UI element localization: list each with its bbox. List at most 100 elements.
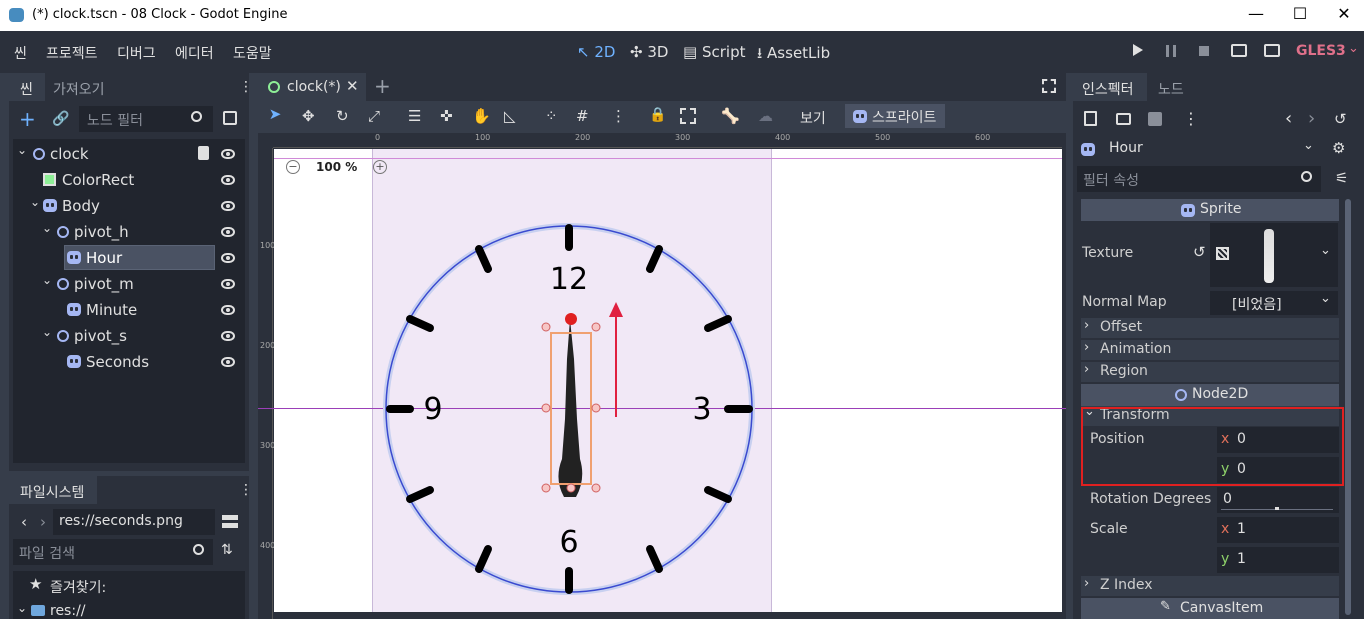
menu-project[interactable]: 프로젝트 xyxy=(46,43,98,63)
skeleton-icon[interactable]: ☁ xyxy=(758,107,773,125)
sort-icon[interactable]: ⇅ xyxy=(221,542,233,558)
file-search-input[interactable]: 파일 검색 xyxy=(13,539,213,565)
tab-import[interactable]: 가져오기 xyxy=(53,79,105,99)
tree-node-colorrect[interactable]: ColorRect xyxy=(13,167,245,193)
canvas-viewport[interactable]: 0 100 200 300 400 500 600 100 200 300 40… xyxy=(258,133,1066,619)
history-back-icon[interactable]: ‹ xyxy=(1285,108,1292,129)
workspace-assetlib-button[interactable]: ⭳ AssetLib xyxy=(757,43,830,68)
list-select-icon[interactable]: ☰ xyxy=(408,107,421,125)
add-node-icon[interactable]: + xyxy=(19,107,36,131)
collapse-icon[interactable]: ⌄ xyxy=(17,143,27,157)
scale-y-field[interactable]: y 1 xyxy=(1217,547,1339,573)
visibility-eye-icon[interactable] xyxy=(221,305,235,315)
collapse-icon[interactable]: ⌄ xyxy=(42,273,52,287)
rotation-field[interactable]: 0 xyxy=(1217,487,1339,513)
snap-options-icon[interactable]: ⋮ xyxy=(611,107,626,125)
play-icon[interactable] xyxy=(1133,44,1143,56)
tree-node-pivot-m[interactable]: ⌄ pivot_m xyxy=(13,271,245,297)
smart-snap-icon[interactable]: ⁘ xyxy=(545,107,558,125)
instance-scene-icon[interactable] xyxy=(223,111,237,125)
tree-node-pivot-h[interactable]: ⌄ pivot_h xyxy=(13,219,245,245)
workspace-script-button[interactable]: ▤ Script xyxy=(683,43,745,61)
rotate-tool-icon[interactable]: ↻ xyxy=(336,107,349,125)
inspector-menu-icon[interactable]: ⋮ xyxy=(1183,109,1199,128)
close-tab-icon[interactable]: ✕ xyxy=(346,77,359,95)
visibility-eye-icon[interactable] xyxy=(221,331,235,341)
tree-node-body[interactable]: ⌄ Body xyxy=(13,193,245,219)
play-scene-icon[interactable] xyxy=(1231,44,1247,57)
back-icon[interactable]: ‹ xyxy=(21,513,27,531)
collapse-icon[interactable]: ⌄ xyxy=(42,325,52,339)
scene-tab-clock[interactable]: clock(*) ✕ xyxy=(258,73,366,101)
tree-node-minute[interactable]: Minute xyxy=(13,297,245,323)
property-filter-input[interactable]: 필터 속성 xyxy=(1077,166,1321,192)
add-scene-tab-button[interactable]: + xyxy=(374,74,391,98)
visibility-eye-icon[interactable] xyxy=(221,227,235,237)
reset-icon[interactable]: ↺ xyxy=(1193,243,1206,261)
save-icon[interactable] xyxy=(1148,112,1162,126)
visibility-eye-icon[interactable] xyxy=(221,149,235,159)
zoom-level[interactable]: 100 % xyxy=(316,160,357,174)
pivot-tool-icon[interactable]: ✜ xyxy=(440,107,453,125)
move-tool-icon[interactable]: ✥ xyxy=(302,107,315,125)
menu-help[interactable]: 도움말 xyxy=(233,43,272,63)
tree-node-clock[interactable]: ⌄ clock xyxy=(13,141,245,167)
sprite-menu[interactable]: 스프라이트 xyxy=(845,104,945,128)
property-options-icon[interactable]: ⚟ xyxy=(1335,169,1348,187)
node-filter-input[interactable]: 노드 필터 xyxy=(79,106,213,132)
close-window-button[interactable]: ✕ xyxy=(1332,4,1356,23)
texture-field[interactable]: ⌄ xyxy=(1210,223,1338,287)
script-icon[interactable] xyxy=(198,146,209,160)
visibility-eye-icon[interactable] xyxy=(221,201,235,211)
node-selector[interactable]: Hour ⌄ xyxy=(1077,136,1321,162)
new-resource-icon[interactable] xyxy=(1084,111,1097,126)
view-menu[interactable]: 보기 xyxy=(800,108,826,128)
history-icon[interactable]: ↺ xyxy=(1334,110,1347,128)
menu-scene[interactable]: 씬 xyxy=(14,43,27,63)
ruler-tool-icon[interactable]: ◺ xyxy=(504,107,516,125)
root-folder-row[interactable]: ⌄ res:// xyxy=(13,601,245,619)
tree-node-pivot-s[interactable]: ⌄ pivot_s xyxy=(13,323,245,349)
distraction-free-icon[interactable] xyxy=(1042,79,1056,93)
visibility-eye-icon[interactable] xyxy=(221,357,235,367)
menu-debug[interactable]: 디버그 xyxy=(117,43,156,63)
tab-scene[interactable]: 씬 xyxy=(9,73,45,101)
renderer-label[interactable]: GLES3 xyxy=(1296,43,1346,59)
pan-tool-icon[interactable]: ✋ xyxy=(472,107,491,125)
inspector-scrollbar[interactable] xyxy=(1345,199,1351,615)
animation-group[interactable]: › Animation xyxy=(1081,340,1339,360)
select-tool-icon[interactable]: ➤ xyxy=(264,105,286,127)
rotation-slider-grabber[interactable] xyxy=(1275,507,1279,510)
stop-icon[interactable] xyxy=(1199,46,1209,56)
region-group[interactable]: › Region xyxy=(1081,362,1339,382)
workspace-2d-button[interactable]: ↖ 2D xyxy=(577,43,615,61)
path-field[interactable]: res://seconds.png xyxy=(53,509,215,535)
clock-face[interactable]: 12 3 6 9 xyxy=(378,219,768,599)
scale-tool-icon[interactable]: ⤢ xyxy=(368,107,380,125)
play-custom-scene-icon[interactable] xyxy=(1264,44,1280,57)
minimize-button[interactable]: — xyxy=(1244,4,1268,23)
visibility-eye-icon[interactable] xyxy=(221,175,235,185)
grid-snap-icon[interactable]: # xyxy=(576,107,589,125)
collapse-icon[interactable]: ⌄ xyxy=(17,601,27,615)
tree-node-hour[interactable]: Hour xyxy=(13,245,245,271)
tab-inspector[interactable]: 인스펙터 xyxy=(1073,73,1147,101)
zindex-group[interactable]: › Z Index xyxy=(1081,576,1339,596)
dock-menu-icon[interactable]: ⋮ xyxy=(239,482,253,498)
workspace-3d-button[interactable]: ✣ 3D xyxy=(630,43,668,61)
normal-map-field[interactable]: [비었음] ⌄ xyxy=(1210,291,1338,315)
renderer-dropdown-icon[interactable]: ⌄ xyxy=(1348,41,1359,56)
history-forward-icon[interactable]: › xyxy=(1308,108,1315,129)
pause-icon[interactable] xyxy=(1166,45,1176,57)
lock-icon[interactable]: 🔒 xyxy=(649,107,666,123)
bone-icon[interactable]: 🦴 xyxy=(721,107,740,125)
dock-menu-icon[interactable]: ⋮ xyxy=(239,79,253,95)
split-view-icon[interactable] xyxy=(222,515,238,528)
offset-group[interactable]: › Offset xyxy=(1081,318,1339,338)
zoom-in-button[interactable]: + xyxy=(373,160,387,174)
link-icon[interactable]: 🔗 xyxy=(52,111,69,127)
scrollbar-thumb[interactable] xyxy=(1345,199,1351,615)
forward-icon[interactable]: › xyxy=(40,513,46,531)
tab-filesystem[interactable]: 파일시스템 xyxy=(9,476,97,504)
visibility-eye-icon[interactable] xyxy=(221,253,235,263)
